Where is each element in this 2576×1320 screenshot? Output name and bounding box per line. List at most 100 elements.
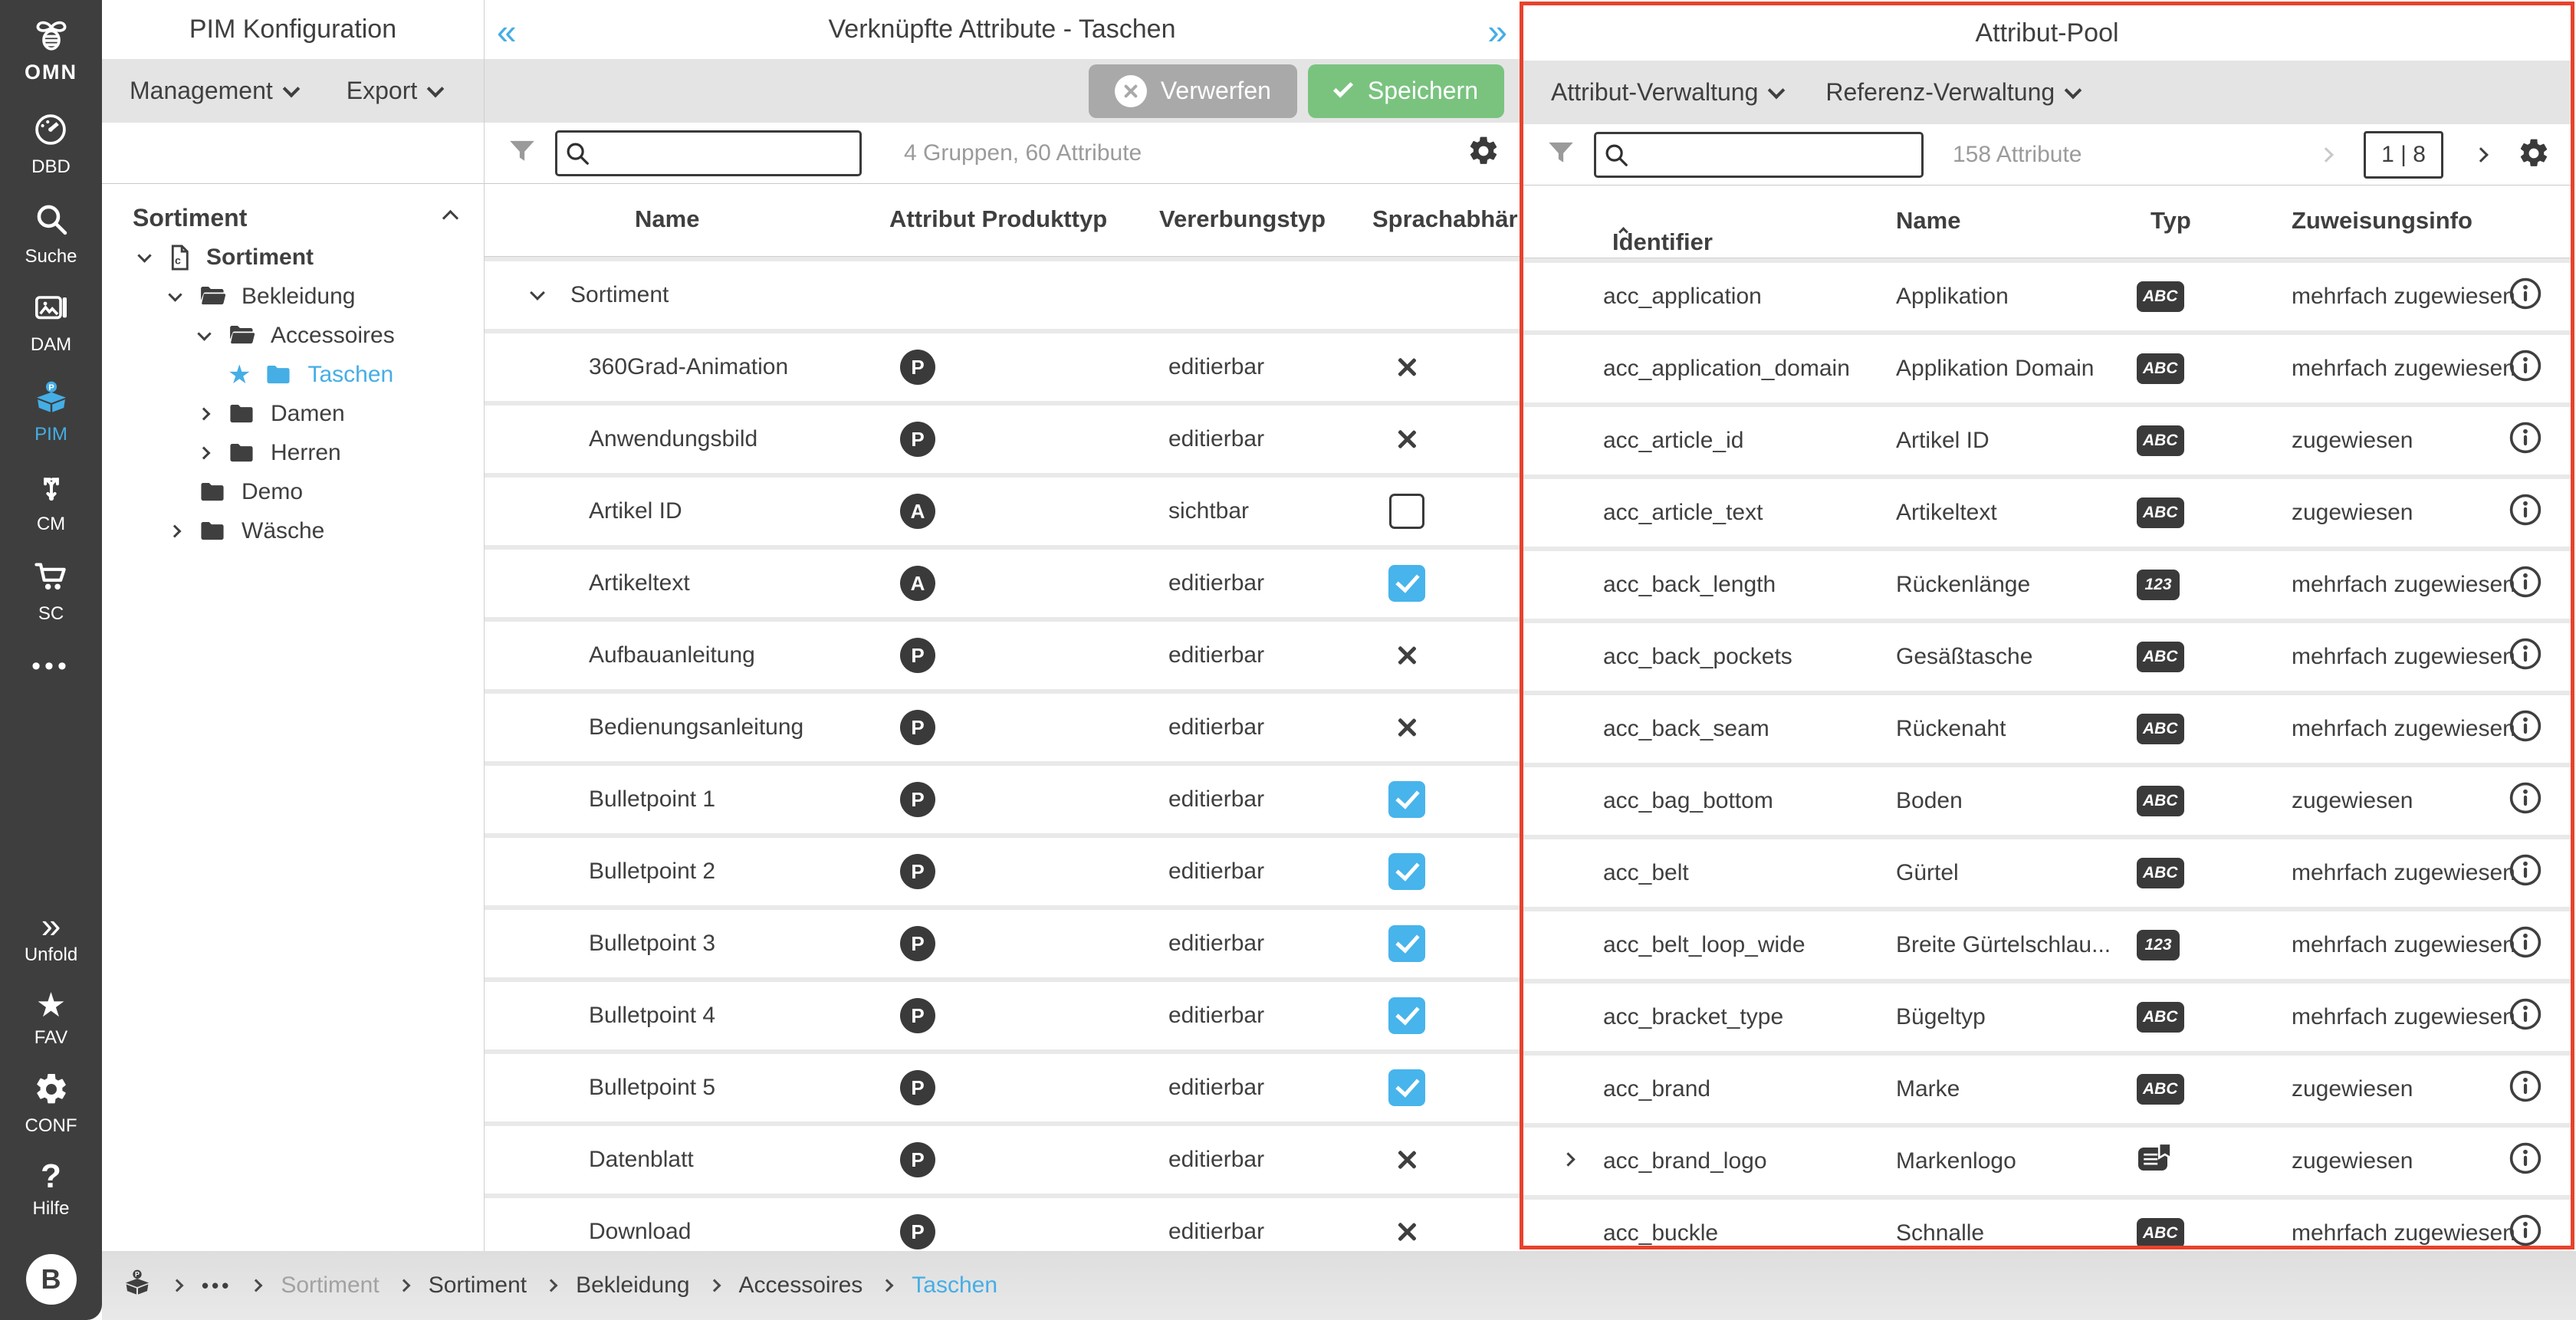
more-apps-icon[interactable]: •••	[31, 652, 71, 681]
table-row[interactable]: Anwendungsbild editierbar	[485, 401, 1520, 473]
sidebar-item-fav[interactable]: ★ FAV	[34, 988, 68, 1049]
language-dependent-toggle[interactable]	[1388, 348, 1426, 386]
search-input[interactable]	[1594, 132, 1924, 178]
row-expander-icon[interactable]	[1563, 1154, 1573, 1168]
sidebar-item-pim-active[interactable]: P PIM	[31, 378, 71, 445]
info-icon[interactable]	[2508, 492, 2543, 534]
table-settings-gear-icon[interactable]	[1467, 134, 1500, 172]
breadcrumb-item-sortiment[interactable]: Sortiment	[281, 1272, 379, 1299]
table-row[interactable]: acc_belt_loop_wide Breite Gürtelschlau..…	[1523, 907, 2571, 979]
info-icon[interactable]	[2508, 852, 2543, 894]
pim-context-icon[interactable]: P	[122, 1267, 153, 1304]
info-icon[interactable]	[2508, 1069, 2543, 1110]
info-icon[interactable]	[2508, 276, 2543, 317]
info-icon[interactable]	[2508, 1141, 2543, 1182]
table-row[interactable]: 360Grad-Animation editierbar	[485, 329, 1520, 401]
table-row[interactable]: Bulletpoint 4 editierbar	[485, 977, 1520, 1049]
info-icon[interactable]	[2508, 708, 2543, 750]
table-row[interactable]: Aufbauanleitung editierbar	[485, 617, 1520, 689]
breadcrumb-item-taschen-current[interactable]: Taschen	[912, 1272, 997, 1299]
table-row[interactable]: acc_article_text Artikeltext ABC	[1523, 474, 2571, 547]
expander-icon[interactable]	[196, 409, 212, 419]
info-icon[interactable]	[2508, 564, 2543, 606]
attribut-verwaltung-menu[interactable]: Attribut-Verwaltung	[1551, 78, 1783, 107]
table-row[interactable]: Datenblatt editierbar	[485, 1121, 1520, 1194]
table-row[interactable]: Download editierbar	[485, 1194, 1520, 1251]
table-row[interactable]: Bulletpoint 1 editierbar	[485, 761, 1520, 833]
sidebar-item-cm[interactable]: CM	[32, 468, 71, 535]
tree-node-accessoires[interactable]: Accessoires	[102, 316, 484, 355]
expander-icon[interactable]	[166, 527, 183, 536]
info-icon[interactable]	[2508, 1213, 2543, 1249]
language-dependent-toggle[interactable]	[1388, 852, 1426, 891]
expander-icon[interactable]	[196, 448, 212, 458]
column-header-produkttyp[interactable]: Attribut Produkttyp	[889, 205, 1107, 233]
info-icon[interactable]	[2508, 924, 2543, 966]
management-menu[interactable]: Management	[130, 77, 297, 105]
column-header-name[interactable]: Name	[1896, 207, 1960, 235]
table-row[interactable]: acc_bracket_type Bügeltyp ABC	[1523, 979, 2571, 1051]
info-icon[interactable]	[2508, 348, 2543, 389]
language-dependent-toggle[interactable]	[1388, 1141, 1426, 1179]
table-row[interactable]: Bulletpoint 5 editierbar	[485, 1049, 1520, 1121]
language-dependent-toggle[interactable]	[1388, 924, 1426, 963]
info-icon[interactable]	[2508, 420, 2543, 461]
table-row[interactable]: Bulletpoint 3 editierbar	[485, 905, 1520, 977]
collapse-panel-icon[interactable]: «	[497, 11, 517, 52]
language-dependent-toggle[interactable]	[1388, 997, 1426, 1035]
filter-funnel-icon[interactable]	[506, 135, 538, 171]
column-header-vererbungstyp[interactable]: Vererbungstyp	[1159, 205, 1326, 233]
table-row[interactable]: Artikel ID sichtbar	[485, 473, 1520, 545]
expand-panel-icon[interactable]: »	[1487, 11, 1507, 52]
sidebar-item-sc[interactable]: SC	[31, 557, 71, 625]
tree-node-damen[interactable]: Damen	[102, 394, 484, 433]
column-header-sprachabhaengig[interactable]: Sprachabhär	[1372, 205, 1518, 233]
table-row[interactable]: acc_application Applikation ABC	[1523, 258, 2571, 330]
breadcrumb-item-sortiment-2[interactable]: Sortiment	[429, 1272, 527, 1299]
tree-node-bekleidung[interactable]: Bekleidung	[102, 277, 484, 316]
language-dependent-toggle[interactable]	[1388, 1213, 1426, 1251]
tree-node-taschen-selected[interactable]: ★ Taschen	[102, 355, 484, 394]
expander-icon[interactable]	[196, 329, 212, 342]
table-row[interactable]: acc_buckle Schnalle ABC	[1523, 1195, 2571, 1249]
sidebar-item-dbd[interactable]: DBD	[31, 110, 71, 178]
group-row-sortiment[interactable]: Sortiment	[485, 257, 1520, 329]
sidebar-item-conf[interactable]: CONF	[25, 1071, 77, 1137]
language-dependent-toggle[interactable]	[1388, 420, 1426, 458]
column-header-zuweisungsinfo[interactable]: Zuweisungsinfo	[2292, 207, 2472, 235]
group-expander-icon[interactable]	[532, 288, 543, 302]
column-header-typ[interactable]: Typ	[2150, 207, 2191, 235]
breadcrumb-ellipsis[interactable]: •••	[202, 1274, 232, 1298]
save-button[interactable]: Speichern	[1308, 64, 1504, 118]
sidebar-item-unfold[interactable]: » Unfold	[25, 910, 77, 966]
page-indicator[interactable]: 1 | 8	[2364, 131, 2443, 179]
export-menu[interactable]: Export	[347, 77, 442, 105]
search-input[interactable]	[555, 130, 862, 176]
breadcrumb-item-accessoires[interactable]: Accessoires	[739, 1272, 863, 1299]
column-header-name[interactable]: Name	[635, 205, 699, 233]
table-row[interactable]: Bedienungsanleitung editierbar	[485, 689, 1520, 761]
table-row[interactable]: acc_bag_bottom Boden ABC	[1523, 763, 2571, 835]
page-previous-icon[interactable]	[2318, 147, 2334, 163]
language-dependent-toggle[interactable]	[1388, 492, 1426, 530]
table-row[interactable]: Bulletpoint 2 editierbar	[485, 833, 1520, 905]
referenz-verwaltung-menu[interactable]: Referenz-Verwaltung	[1825, 78, 2079, 107]
tree-section-header[interactable]: Sortiment	[133, 198, 456, 238]
language-dependent-toggle[interactable]	[1388, 708, 1426, 747]
table-row[interactable]: acc_brand Marke ABC	[1523, 1051, 2571, 1123]
table-row[interactable]: Artikeltext editierbar	[485, 545, 1520, 617]
user-avatar[interactable]: B	[26, 1254, 77, 1305]
sidebar-item-suche[interactable]: Suche	[25, 200, 77, 268]
table-settings-gear-icon[interactable]	[2517, 136, 2551, 174]
tree-node-herren[interactable]: Herren	[102, 433, 484, 472]
expander-icon[interactable]	[166, 290, 183, 303]
table-row[interactable]: acc_brand_logo Markenlogo	[1523, 1123, 2571, 1195]
sidebar-item-hilfe[interactable]: ? Hilfe	[32, 1159, 69, 1220]
table-row[interactable]: acc_application_domain Applikation Domai…	[1523, 330, 2571, 402]
tree-node-sortiment-root[interactable]: c Sortiment	[102, 238, 484, 277]
filter-funnel-icon[interactable]	[1545, 136, 1577, 172]
info-icon[interactable]	[2508, 780, 2543, 822]
language-dependent-toggle[interactable]	[1388, 1069, 1426, 1107]
sidebar-item-dam[interactable]: DAM	[31, 290, 71, 356]
tree-node-waesche[interactable]: Wäsche	[102, 511, 484, 550]
